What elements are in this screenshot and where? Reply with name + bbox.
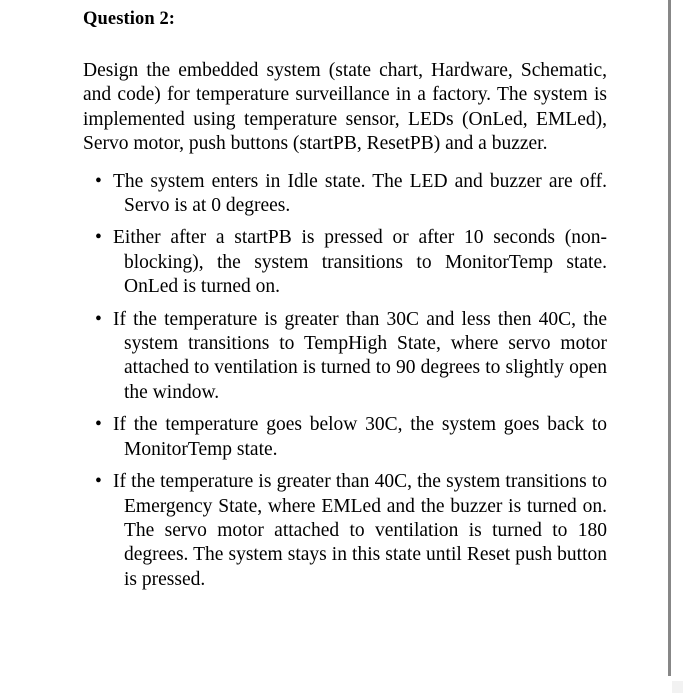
list-item: • If the temperature is greater than 40C,… (83, 470, 607, 592)
intro-paragraph: Design the embedded system (state chart,… (83, 60, 607, 155)
page-title: Question 2: (83, 9, 176, 29)
list-item: • If the temperature goes below 30C, the … (83, 413, 607, 462)
list-item: • Either after a startPB is pressed or af… (83, 226, 607, 299)
bullet-point-icon: • (95, 227, 102, 249)
bullet-point-icon: • (95, 471, 102, 493)
list-item-text: Either after a startPB is pressed or aft… (113, 227, 607, 298)
bullet-point-icon: • (95, 414, 102, 436)
page-edge-divider (668, 0, 671, 676)
document-page: Question 2: Design the embedded system (… (0, 0, 688, 700)
document-content-column: Question 2: Design the embedded system (… (83, 0, 607, 592)
list-item-text: If the temperature is greater than 40C, … (113, 471, 607, 590)
list-item-text: If the temperature goes below 30C, the s… (113, 414, 607, 460)
bullet-point-icon: • (95, 170, 102, 192)
requirements-list: • The system enters in Idle state. The LE… (83, 157, 607, 593)
scan-artifact (672, 681, 683, 693)
list-item: • If the temperature is greater than 30C … (83, 308, 607, 406)
list-item: • The system enters in Idle state. The LE… (83, 170, 607, 219)
list-item-text: If the temperature is greater than 30C a… (113, 308, 607, 403)
bullet-point-icon: • (95, 308, 102, 330)
list-item-text: The system enters in Idle state. The LED… (113, 170, 607, 217)
